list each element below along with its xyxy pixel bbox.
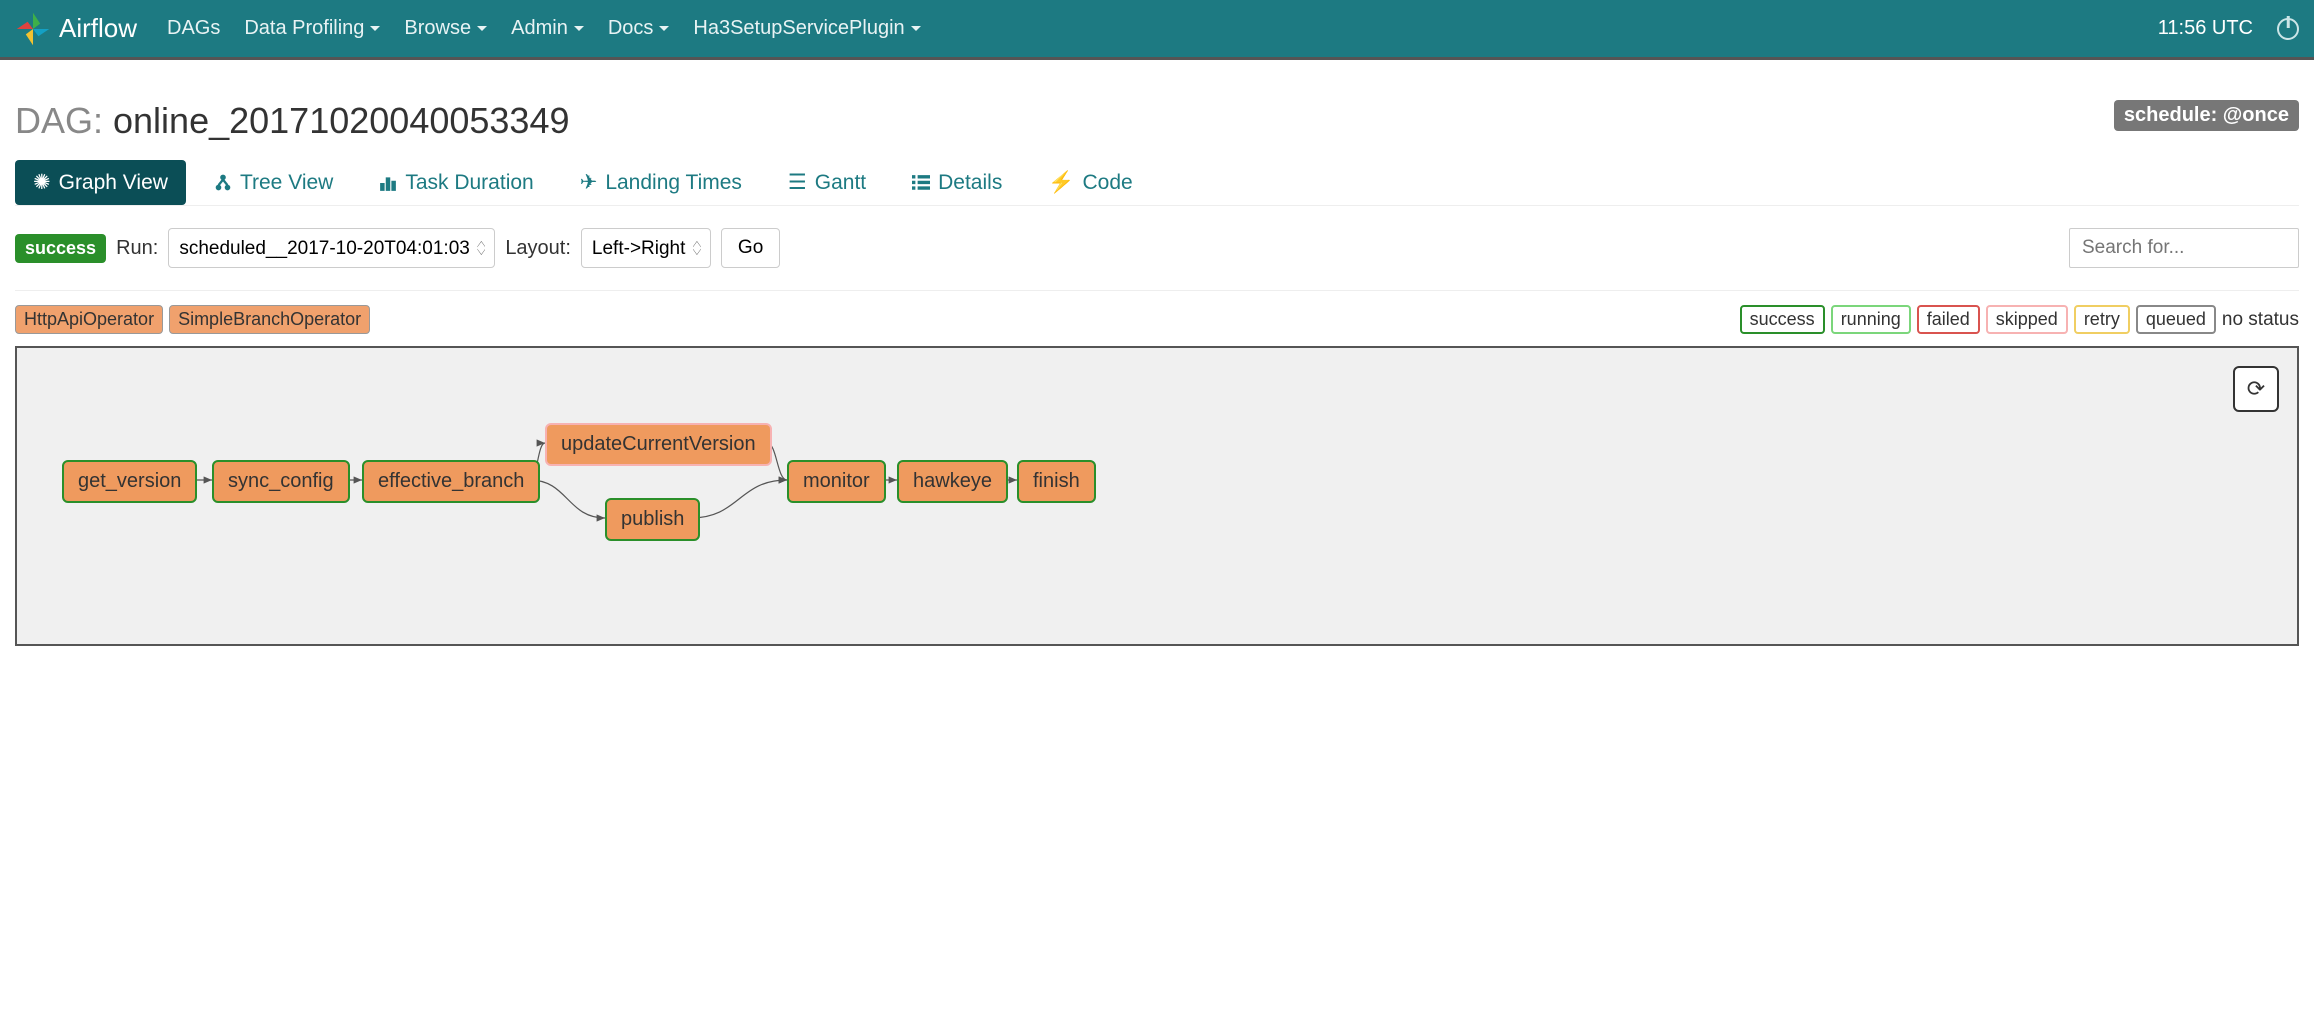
operator-chip: HttpApiOperator bbox=[15, 305, 163, 334]
graph-edges bbox=[17, 348, 2297, 644]
status-no-status: no status bbox=[2222, 309, 2299, 331]
status-chip-success: success bbox=[1740, 305, 1825, 334]
tab-gantt[interactable]: ☰ Gantt bbox=[770, 160, 884, 205]
run-label: Run: bbox=[116, 237, 158, 260]
task-node-updateCurrentVersion[interactable]: updateCurrentVersion bbox=[545, 423, 772, 466]
nav-item-data-profiling[interactable]: Data Profiling bbox=[244, 17, 380, 40]
tab-label: Graph View bbox=[59, 171, 168, 195]
nav-item-dags[interactable]: DAGs bbox=[167, 17, 220, 40]
nav-item-admin[interactable]: Admin bbox=[511, 17, 584, 40]
brand-text: Airflow bbox=[59, 13, 137, 44]
status-chip-failed: failed bbox=[1917, 305, 1980, 334]
bolt-icon: ⚡ bbox=[1048, 171, 1074, 195]
page-header: DAG: online_20171020040053349 schedule: … bbox=[15, 100, 2299, 142]
tab-landing-times[interactable]: ✈ Landing Times bbox=[562, 160, 760, 205]
top-navbar: Airflow DAGs Data Profiling Browse Admin… bbox=[0, 0, 2314, 60]
schedule-badge: schedule: @once bbox=[2114, 100, 2299, 131]
page-body: DAG: online_20171020040053349 schedule: … bbox=[0, 60, 2314, 661]
run-status-badge: success bbox=[15, 234, 106, 263]
caret-icon bbox=[370, 26, 380, 31]
dag-id: online_20171020040053349 bbox=[113, 100, 569, 141]
task-node-effective_branch[interactable]: effective_branch bbox=[362, 460, 540, 503]
task-node-hawkeye[interactable]: hawkeye bbox=[897, 460, 1008, 503]
page-title: DAG: online_20171020040053349 bbox=[15, 100, 569, 142]
refresh-icon: ⟳ bbox=[2247, 376, 2265, 402]
caret-icon bbox=[574, 26, 584, 31]
tab-tree-view[interactable]: Tree View bbox=[196, 160, 351, 205]
caret-icon bbox=[477, 26, 487, 31]
tab-code[interactable]: ⚡ Code bbox=[1030, 160, 1150, 205]
status-chip-running: running bbox=[1831, 305, 1911, 334]
task-node-sync_config[interactable]: sync_config bbox=[212, 460, 350, 503]
tree-icon bbox=[214, 174, 232, 192]
task-node-monitor[interactable]: monitor bbox=[787, 460, 886, 503]
plane-icon: ✈ bbox=[580, 170, 598, 195]
nav-item-plugin[interactable]: Ha3SetupServicePlugin bbox=[693, 17, 920, 40]
task-node-publish[interactable]: publish bbox=[605, 498, 700, 541]
nav-item-browse[interactable]: Browse bbox=[404, 17, 487, 40]
task-node-finish[interactable]: finish bbox=[1017, 460, 1096, 503]
navbar-right: 11:56 UTC bbox=[2158, 17, 2299, 40]
graph-canvas[interactable]: ⟳ get_version sync_config effective_branch… bbox=[15, 346, 2299, 646]
tab-label: Tree View bbox=[240, 171, 333, 195]
navbar-clock: 11:56 UTC bbox=[2158, 17, 2253, 40]
search-input[interactable] bbox=[2069, 228, 2299, 268]
bar-chart-icon bbox=[379, 174, 397, 192]
graph-controls: success Run: scheduled__2017-10-20T04:01… bbox=[15, 228, 2299, 291]
details-list-icon bbox=[912, 174, 930, 192]
navbar-menu: DAGs Data Profiling Browse Admin Docs Ha… bbox=[167, 17, 2158, 40]
status-chip-queued: queued bbox=[2136, 305, 2216, 334]
caret-icon bbox=[911, 26, 921, 31]
caret-icon bbox=[659, 26, 669, 31]
power-icon[interactable] bbox=[2277, 18, 2299, 40]
list-icon: ☰ bbox=[788, 170, 807, 195]
sparkle-icon: ✺ bbox=[33, 170, 51, 195]
airflow-logo-icon bbox=[15, 11, 51, 47]
tab-label: Landing Times bbox=[605, 171, 742, 195]
brand-link[interactable]: Airflow bbox=[15, 11, 137, 47]
tab-label: Gantt bbox=[815, 171, 866, 195]
layout-select[interactable]: Left->Right bbox=[581, 228, 711, 268]
status-legend: success running failed skipped retry que… bbox=[1740, 305, 2299, 334]
run-select[interactable]: scheduled__2017-10-20T04:01:03 bbox=[168, 228, 495, 268]
status-chip-skipped: skipped bbox=[1986, 305, 2068, 334]
tab-label: Task Duration bbox=[405, 171, 533, 195]
tab-details[interactable]: Details bbox=[894, 160, 1020, 205]
layout-label: Layout: bbox=[505, 237, 571, 260]
operator-legend: HttpApiOperator SimpleBranchOperator bbox=[15, 305, 370, 334]
tab-graph-view[interactable]: ✺ Graph View bbox=[15, 160, 186, 205]
refresh-button[interactable]: ⟳ bbox=[2233, 366, 2279, 412]
tab-label: Code bbox=[1082, 171, 1132, 195]
operator-chip: SimpleBranchOperator bbox=[169, 305, 370, 334]
view-tabs: ✺ Graph View Tree View Task Duration ✈ L… bbox=[15, 160, 2299, 206]
status-chip-retry: retry bbox=[2074, 305, 2130, 334]
dag-title-prefix: DAG: bbox=[15, 100, 113, 141]
tab-task-duration[interactable]: Task Duration bbox=[361, 160, 551, 205]
legend-row: HttpApiOperator SimpleBranchOperator suc… bbox=[15, 305, 2299, 334]
tab-label: Details bbox=[938, 171, 1002, 195]
task-node-get_version[interactable]: get_version bbox=[62, 460, 197, 503]
nav-item-docs[interactable]: Docs bbox=[608, 17, 670, 40]
go-button[interactable]: Go bbox=[721, 228, 780, 268]
